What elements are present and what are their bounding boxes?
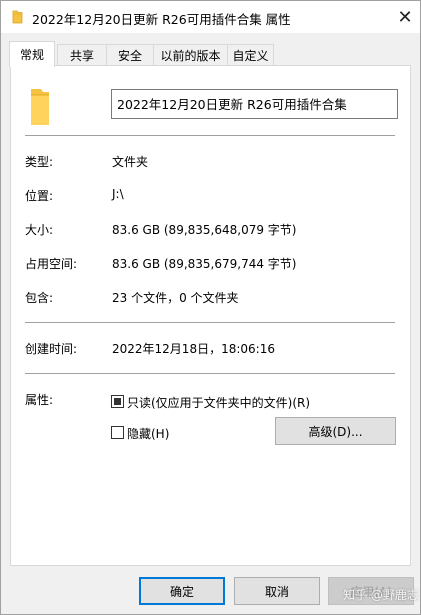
created-value: 2022年12月18日，18:06:16 — [112, 342, 275, 356]
tab-previous-versions[interactable]: 以前的版本 — [153, 44, 228, 66]
close-icon: ✕ — [397, 6, 413, 28]
general-panel — [10, 65, 411, 566]
hidden-checkbox[interactable] — [111, 426, 124, 439]
separator — [25, 135, 395, 136]
folder-name-input[interactable]: 2022年12月20日更新 R26可用插件合集 — [111, 89, 398, 119]
size-value: 83.6 GB (89,835,648,079 字节) — [112, 223, 297, 237]
window-title: 2022年12月20日更新 R26可用插件合集 属性 — [32, 12, 291, 27]
advanced-button[interactable]: 高级(D)... — [275, 417, 396, 445]
tab-security[interactable]: 安全 — [106, 44, 154, 66]
separator — [25, 373, 395, 374]
watermark: 知乎 @野鹿志 — [343, 588, 419, 602]
readonly-checkbox[interactable] — [111, 395, 124, 408]
contains-value: 23 个文件，0 个文件夹 — [112, 291, 239, 305]
location-label: 位置: — [25, 189, 54, 203]
created-label: 创建时间: — [25, 342, 78, 356]
properties-window: 2022年12月20日更新 R26可用插件合集 属性 ✕ 常规 共享 安全 以前… — [0, 0, 421, 615]
cancel-button[interactable]: 取消 — [234, 577, 320, 605]
tab-customize[interactable]: 自定义 — [227, 44, 274, 66]
type-label: 类型: — [25, 155, 54, 169]
hidden-label[interactable]: 隐藏(H) — [127, 425, 169, 442]
close-button[interactable]: ✕ — [390, 1, 420, 33]
size-on-disk-value: 83.6 GB (89,835,679,744 字节) — [112, 257, 297, 271]
attributes-label: 属性: — [25, 393, 54, 407]
type-value: 文件夹 — [112, 155, 149, 169]
size-on-disk-label: 占用空间: — [25, 257, 78, 271]
contains-label: 包含: — [25, 291, 54, 305]
readonly-label[interactable]: 只读(仅应用于文件夹中的文件)(R) — [127, 394, 310, 411]
ok-button[interactable]: 确定 — [139, 577, 225, 605]
indeterminate-mark — [114, 398, 121, 405]
size-label: 大小: — [25, 223, 54, 237]
folder-icon — [12, 10, 23, 24]
folder-icon — [29, 87, 51, 127]
title-bar[interactable]: 2022年12月20日更新 R26可用插件合集 属性 ✕ — [1, 1, 420, 33]
location-value: J:\ — [112, 187, 124, 201]
tab-general[interactable]: 常规 — [9, 41, 55, 67]
separator — [25, 322, 395, 323]
tab-sharing[interactable]: 共享 — [57, 44, 107, 66]
